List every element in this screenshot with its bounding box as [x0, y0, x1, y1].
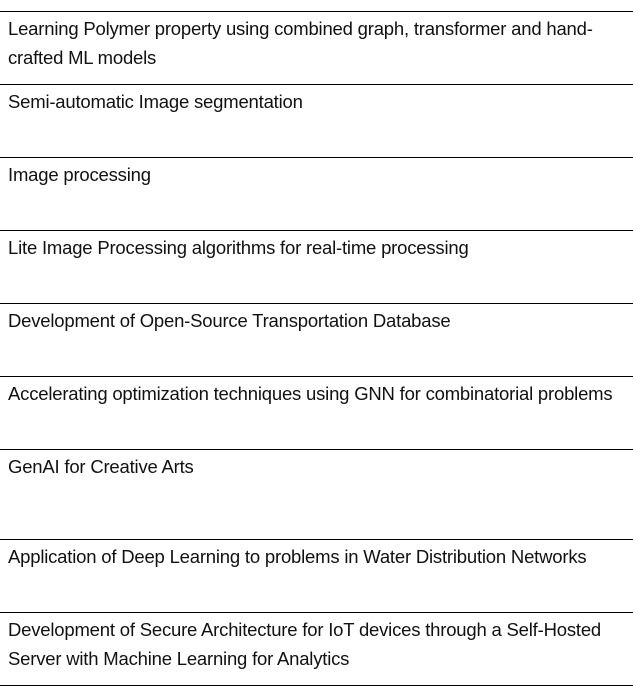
table-row: Learning Polymer property using combined… [0, 12, 633, 85]
project-table: Learning Polymer property using combined… [0, 11, 633, 686]
project-title: Application of Deep Learning to problems… [8, 546, 587, 567]
project-title: Image processing [8, 164, 151, 185]
table-row: GenAI for Creative Arts [0, 450, 633, 540]
table-row: Application of Deep Learning to problems… [0, 540, 633, 613]
table-row: Image processing [0, 158, 633, 231]
project-title: Lite Image Processing algorithms for rea… [8, 237, 469, 258]
project-title: Development of Open-Source Transportatio… [8, 310, 451, 331]
table-row: Development of Secure Architecture for I… [0, 613, 633, 686]
project-title: Learning Polymer property using combined… [8, 18, 593, 68]
project-title: GenAI for Creative Arts [8, 456, 194, 477]
table-row: Semi-automatic Image segmentation [0, 85, 633, 158]
table-row: Accelerating optimization techniques usi… [0, 377, 633, 450]
table-row: Lite Image Processing algorithms for rea… [0, 231, 633, 304]
project-title: Accelerating optimization techniques usi… [8, 383, 613, 404]
table-row: Development of Open-Source Transportatio… [0, 304, 633, 377]
project-title: Semi-automatic Image segmentation [8, 91, 303, 112]
project-title: Development of Secure Architecture for I… [8, 619, 601, 669]
